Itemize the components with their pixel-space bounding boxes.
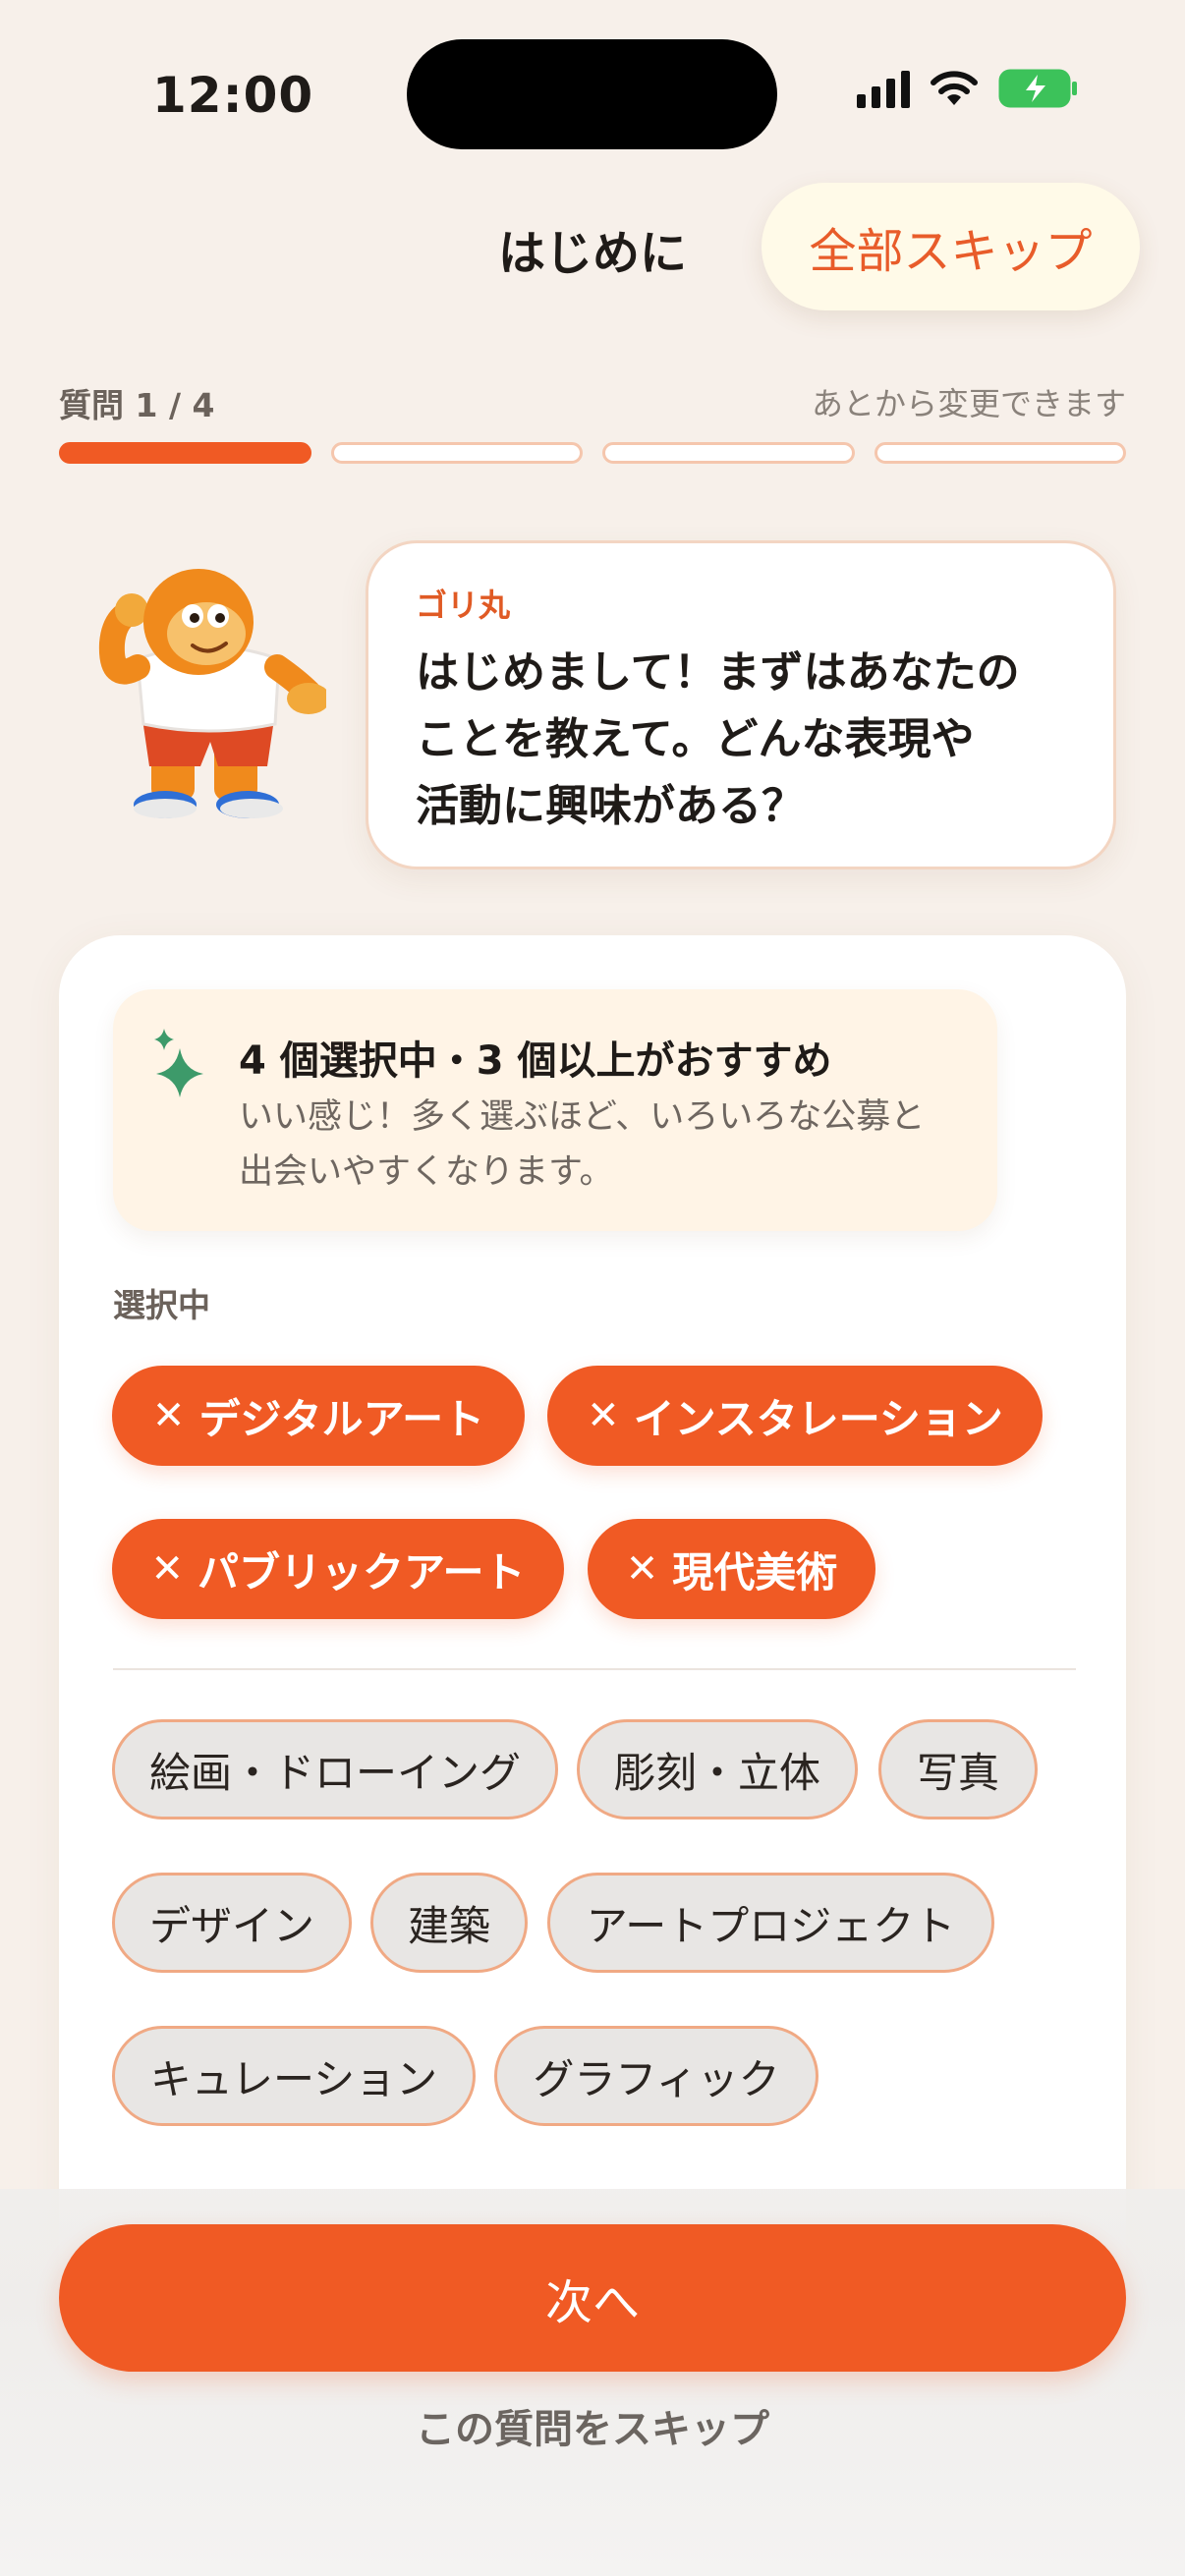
bubble-line: 活動に興味がある？ xyxy=(416,781,805,831)
gorilla-mascot xyxy=(98,569,326,818)
bubble-text: はじめまして！まずはあなたの ことを教えて。どんな表現や 活動に興味がある？ xyxy=(416,640,1066,840)
selection-info-box: 4 個選択中・3 個以上がおすすめ いい感じ！多く選ぶほど、いろいろな公募と 出… xyxy=(113,989,997,1231)
bubble-line: ことを教えて。どんな表現や xyxy=(416,714,975,764)
progress-segment xyxy=(874,442,1126,464)
change-later-hint: あとから変更できます xyxy=(811,385,1126,422)
bubble-line: はじめまして！まずはあなたの xyxy=(416,647,1020,698)
selected-chip-public-art[interactable]: ✕ パブリックアート xyxy=(112,1519,564,1619)
selection-encouragement: いい感じ！多く選ぶほど、いろいろな公募と 出会いやすくなります。 xyxy=(239,1090,966,1200)
chip-label: パブリックアート xyxy=(198,1547,526,1596)
progress-segment xyxy=(59,442,311,464)
progress-segment xyxy=(602,442,855,464)
option-chip-art-project[interactable]: アートプロジェクト xyxy=(547,1873,994,1973)
option-chip-graphic[interactable]: グラフィック xyxy=(494,2026,818,2126)
speaker-name: ゴリ丸 xyxy=(416,587,511,624)
option-chip-painting[interactable]: 絵画・ドローイング xyxy=(112,1719,558,1820)
chip-label: インスタレーション xyxy=(633,1394,1003,1443)
interest-card: 4 個選択中・3 個以上がおすすめ いい感じ！多く選ぶほど、いろいろな公募と 出… xyxy=(59,935,1126,2311)
wifi-icon xyxy=(930,70,979,107)
next-button[interactable]: 次へ xyxy=(59,2224,1126,2372)
signal-icon xyxy=(857,69,910,108)
progress-bar xyxy=(59,442,1126,464)
skip-all-button[interactable]: 全部スキップ xyxy=(762,183,1140,310)
encouragement-line: 出会いやすくなります。 xyxy=(239,1152,614,1192)
selection-count-title: 4 個選択中・3 個以上がおすすめ xyxy=(239,1038,832,1084)
chip-label: 現代美術 xyxy=(672,1547,838,1596)
battery-charging-icon xyxy=(998,69,1079,108)
close-icon: ✕ xyxy=(587,1393,620,1438)
selected-chip-digital-art[interactable]: ✕ デジタルアート xyxy=(112,1366,525,1466)
selected-chip-contemporary-art[interactable]: ✕ 現代美術 xyxy=(588,1519,875,1619)
progress-segment xyxy=(330,442,583,464)
status-icons xyxy=(857,69,1079,108)
encouragement-line: いい感じ！多く選ぶほど、いろいろな公募と xyxy=(239,1097,926,1137)
selected-section-label: 選択中 xyxy=(113,1286,210,1324)
chip-divider xyxy=(113,1668,1076,1670)
close-icon: ✕ xyxy=(151,1393,186,1438)
speech-bubble: ゴリ丸 はじめまして！まずはあなたの ことを教えて。どんな表現や 活動に興味があ… xyxy=(366,540,1116,869)
option-chip-photography[interactable]: 写真 xyxy=(878,1719,1038,1820)
selected-chip-installation[interactable]: ✕ インスタレーション xyxy=(547,1366,1043,1466)
close-icon: ✕ xyxy=(625,1546,659,1592)
close-icon: ✕ xyxy=(150,1546,185,1592)
sparkle-icon xyxy=(154,1029,203,1097)
option-chip-design[interactable]: デザイン xyxy=(112,1873,352,1973)
chip-label: デジタルアート xyxy=(198,1394,485,1443)
option-chip-sculpture[interactable]: 彫刻・立体 xyxy=(577,1719,858,1820)
skip-question-link[interactable]: この質問をスキップ xyxy=(0,2397,1185,2454)
dynamic-island xyxy=(407,39,777,149)
question-counter: 質問 1 / 4 xyxy=(59,386,215,424)
option-chip-curation[interactable]: キュレーション xyxy=(112,2026,476,2126)
status-time: 12:00 xyxy=(152,67,314,124)
option-chip-architecture[interactable]: 建築 xyxy=(370,1873,528,1973)
